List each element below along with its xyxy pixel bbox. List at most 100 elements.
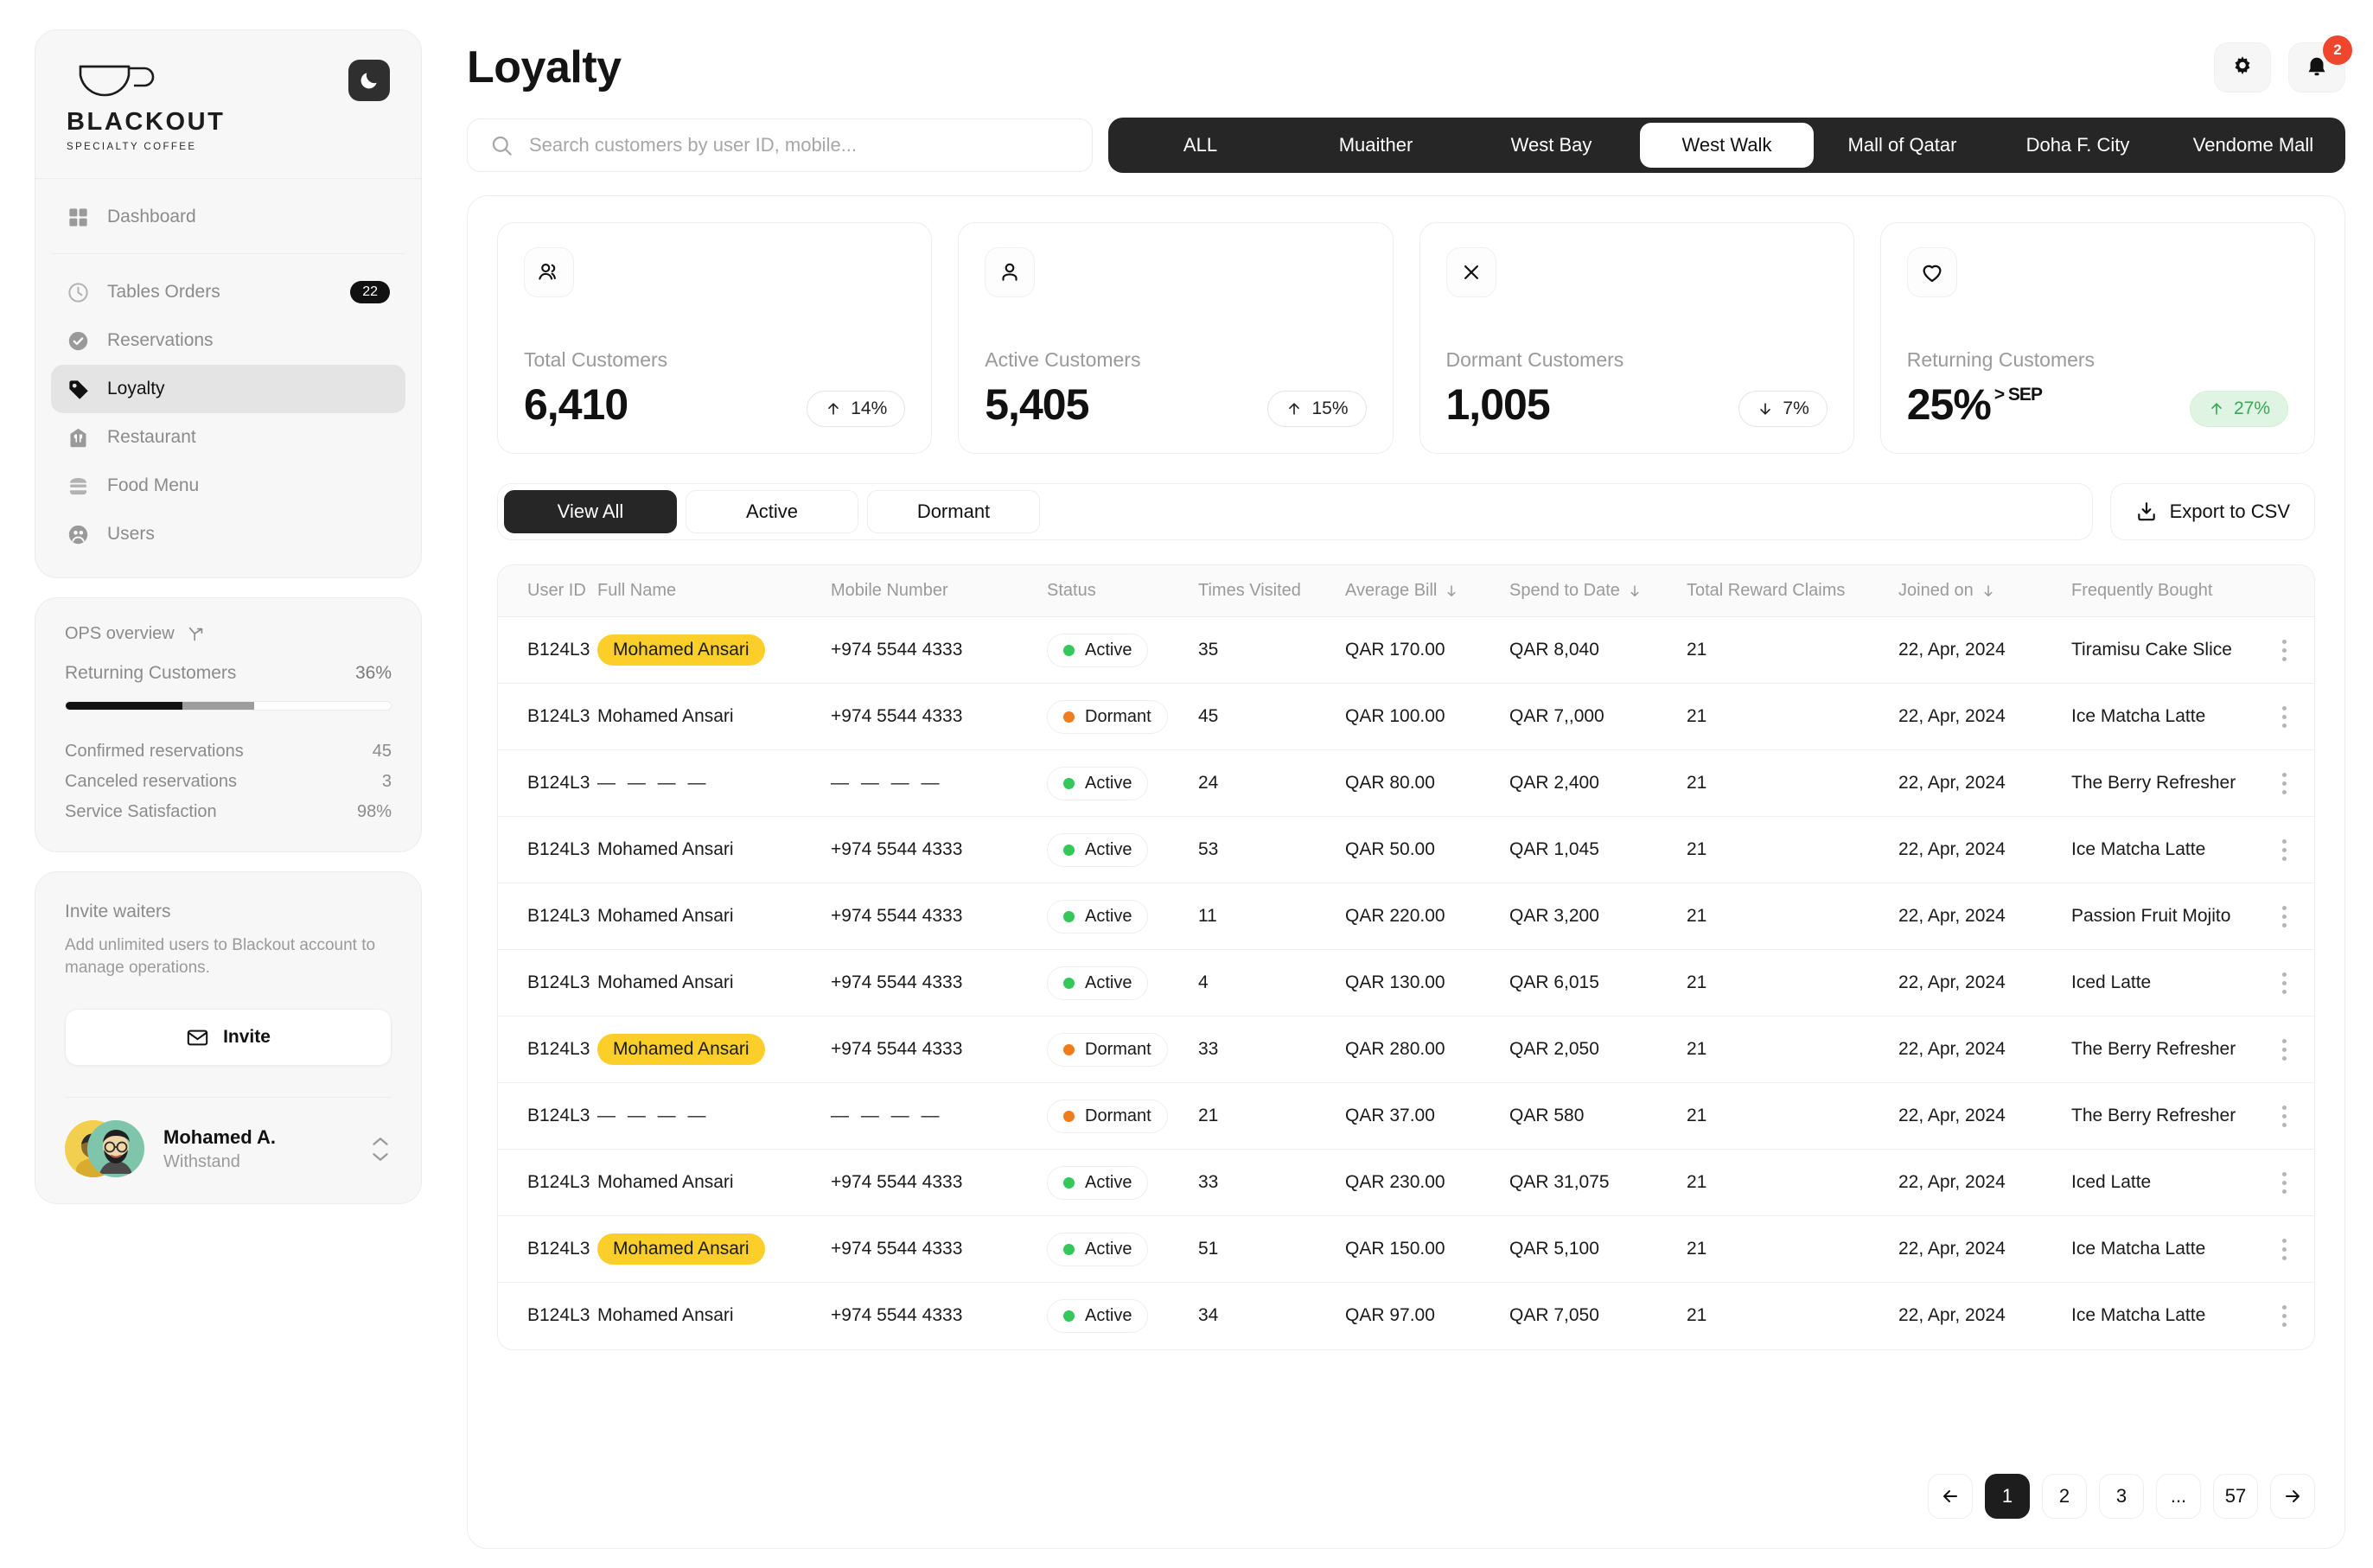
cell-full-name: — — — — — [597, 750, 831, 817]
cell-row-actions[interactable] — [2254, 1216, 2314, 1283]
pagination-prev-button[interactable] — [1928, 1474, 1973, 1519]
pagination-page-button[interactable]: 2 — [2042, 1474, 2087, 1519]
sidebar-item-reservations[interactable]: Reservations — [51, 316, 405, 365]
cell-row-actions[interactable] — [2254, 1083, 2314, 1150]
sidebar: BLACKOUT SPECIALTY COFFEE Dashboard — [35, 17, 422, 1549]
pagination-page-button[interactable]: ... — [2156, 1474, 2201, 1519]
table-column-header[interactable]: Joined on — [1898, 565, 2071, 617]
chevron-updown-icon[interactable] — [369, 1131, 392, 1166]
full-name-value: Mohamed Ansari — [597, 1034, 765, 1065]
cell-row-actions[interactable] — [2254, 1017, 2314, 1083]
pagination-next-button[interactable] — [2270, 1474, 2315, 1519]
clock-icon — [67, 281, 90, 304]
table-row[interactable]: B124L3Mohamed Ansari+974 5544 4333Active… — [498, 883, 2314, 950]
sidebar-item-loyalty[interactable]: Loyalty — [51, 365, 405, 413]
pagination-page-button[interactable]: 3 — [2099, 1474, 2144, 1519]
table-column-header-actions — [2254, 565, 2314, 617]
location-tab[interactable]: West Walk — [1640, 123, 1814, 168]
cell-mobile-number: +974 5544 4333 — [831, 950, 1047, 1017]
sidebar-item-label: Users — [107, 524, 390, 545]
table-row[interactable]: B124L3Mohamed Ansari+974 5544 4333Active… — [498, 817, 2314, 883]
cell-mobile-number: +974 5544 4333 — [831, 684, 1047, 750]
row-menu-icon[interactable] — [2254, 640, 2314, 661]
cell-row-actions[interactable] — [2254, 950, 2314, 1017]
header-actions: 2 — [2214, 42, 2345, 92]
row-menu-icon[interactable] — [2254, 1172, 2314, 1194]
table-row[interactable]: B124L3— — — —— — — —Active24QAR 80.00QAR… — [498, 750, 2314, 817]
cell-user-id: B124L3 — [498, 817, 597, 883]
location-tab[interactable]: Mall of Qatar — [1815, 123, 1989, 168]
table-row[interactable]: B124L3Mohamed Ansari+974 5544 4333Dorman… — [498, 1017, 2314, 1083]
location-tab[interactable]: West Bay — [1464, 123, 1638, 168]
cell-row-actions[interactable] — [2254, 883, 2314, 950]
cell-user-id: B124L3 — [498, 617, 597, 684]
cell-average-bill: QAR 100.00 — [1345, 684, 1509, 750]
table-column-header[interactable]: Spend to Date — [1509, 565, 1687, 617]
cell-full-name: Mohamed Ansari — [597, 817, 831, 883]
table-row[interactable]: B124L3Mohamed Ansari+974 5544 4333Dorman… — [498, 684, 2314, 750]
cell-user-id: B124L3 — [498, 883, 597, 950]
sidebar-item-dashboard[interactable]: Dashboard — [51, 193, 405, 241]
row-menu-icon[interactable] — [2254, 1039, 2314, 1061]
cell-average-bill: QAR 170.00 — [1345, 617, 1509, 684]
cell-row-actions[interactable] — [2254, 1150, 2314, 1216]
table-column-header[interactable]: Average Bill — [1345, 565, 1509, 617]
notifications-button[interactable]: 2 — [2288, 42, 2345, 92]
sidebar-item-label: Reservations — [107, 330, 390, 351]
row-menu-icon[interactable] — [2254, 839, 2314, 861]
search-box[interactable] — [467, 118, 1093, 172]
search-input[interactable] — [529, 134, 1069, 156]
sidebar-item-users[interactable]: Users — [51, 510, 405, 558]
mobile-value: +974 5544 4333 — [831, 972, 962, 992]
export-csv-label: Export to CSV — [2170, 500, 2290, 523]
cell-mobile-number: +974 5544 4333 — [831, 1283, 1047, 1349]
status-filter-segment[interactable]: Active — [686, 490, 858, 533]
cell-joined-on: 22, Apr, 2024 — [1898, 1283, 2071, 1349]
table-row[interactable]: B124L3Mohamed Ansari+974 5544 4333Active… — [498, 1283, 2314, 1349]
sidebar-item-label: Food Menu — [107, 475, 390, 496]
cell-user-id: B124L3 — [498, 950, 597, 1017]
user-profile[interactable]: Mohamed A. Withstand — [35, 1098, 421, 1203]
location-tab[interactable]: Muaither — [1289, 123, 1463, 168]
row-menu-icon[interactable] — [2254, 1106, 2314, 1127]
table-row[interactable]: B124L3Mohamed Ansari+974 5544 4333Active… — [498, 950, 2314, 1017]
location-tab[interactable]: ALL — [1113, 123, 1287, 168]
invite-button[interactable]: Invite — [65, 1009, 392, 1066]
mobile-value: +974 5544 4333 — [831, 1172, 962, 1192]
status-badge: Active — [1047, 1299, 1148, 1333]
location-tab[interactable]: Vendome Mall — [2166, 123, 2340, 168]
cell-row-actions[interactable] — [2254, 817, 2314, 883]
sidebar-item-restaurant[interactable]: Restaurant — [51, 413, 405, 462]
sidebar-item-food-menu[interactable]: Food Menu — [51, 462, 405, 510]
location-tab[interactable]: Doha F. City — [1991, 123, 2165, 168]
cell-row-actions[interactable] — [2254, 1283, 2314, 1349]
column-label: Times Visited — [1198, 581, 1301, 601]
status-filter-segment[interactable]: Dormant — [867, 490, 1040, 533]
location-tabs: ALLMuaitherWest BayWest WalkMall of Qata… — [1108, 118, 2345, 173]
cell-row-actions[interactable] — [2254, 750, 2314, 817]
mobile-value: +974 5544 4333 — [831, 640, 962, 660]
table-row[interactable]: B124L3Mohamed Ansari+974 5544 4333Active… — [498, 1216, 2314, 1283]
ops-overview-card: OPS overview Returning Customers 36% Con… — [35, 597, 422, 852]
cell-row-actions[interactable] — [2254, 684, 2314, 750]
table-row[interactable]: B124L3— — — —— — — —Dormant21QAR 37.00QA… — [498, 1083, 2314, 1150]
cell-frequently-bought: The Berry Refresher — [2071, 1083, 2254, 1150]
pagination-page-button[interactable]: 1 — [1985, 1474, 2030, 1519]
pagination-page-button[interactable]: 57 — [2213, 1474, 2258, 1519]
theme-toggle-button[interactable] — [348, 60, 390, 101]
row-menu-icon[interactable] — [2254, 906, 2314, 927]
status-filter-segment[interactable]: View All — [504, 490, 677, 533]
sidebar-item-tables-orders[interactable]: Tables Orders 22 — [51, 268, 405, 316]
moon-icon — [358, 69, 380, 92]
row-menu-icon[interactable] — [2254, 1305, 2314, 1327]
cell-row-actions[interactable] — [2254, 617, 2314, 684]
table-row[interactable]: B124L3Mohamed Ansari+974 5544 4333Active… — [498, 1150, 2314, 1216]
table-row[interactable]: B124L3Mohamed Ansari+974 5544 4333Active… — [498, 617, 2314, 684]
row-menu-icon[interactable] — [2254, 706, 2314, 728]
row-menu-icon[interactable] — [2254, 1239, 2314, 1260]
settings-button[interactable] — [2214, 42, 2271, 92]
row-menu-icon[interactable] — [2254, 773, 2314, 794]
row-menu-icon[interactable] — [2254, 972, 2314, 994]
export-csv-button[interactable]: Export to CSV — [2110, 483, 2315, 540]
stat-card-label: Dormant Customers — [1446, 348, 1828, 372]
